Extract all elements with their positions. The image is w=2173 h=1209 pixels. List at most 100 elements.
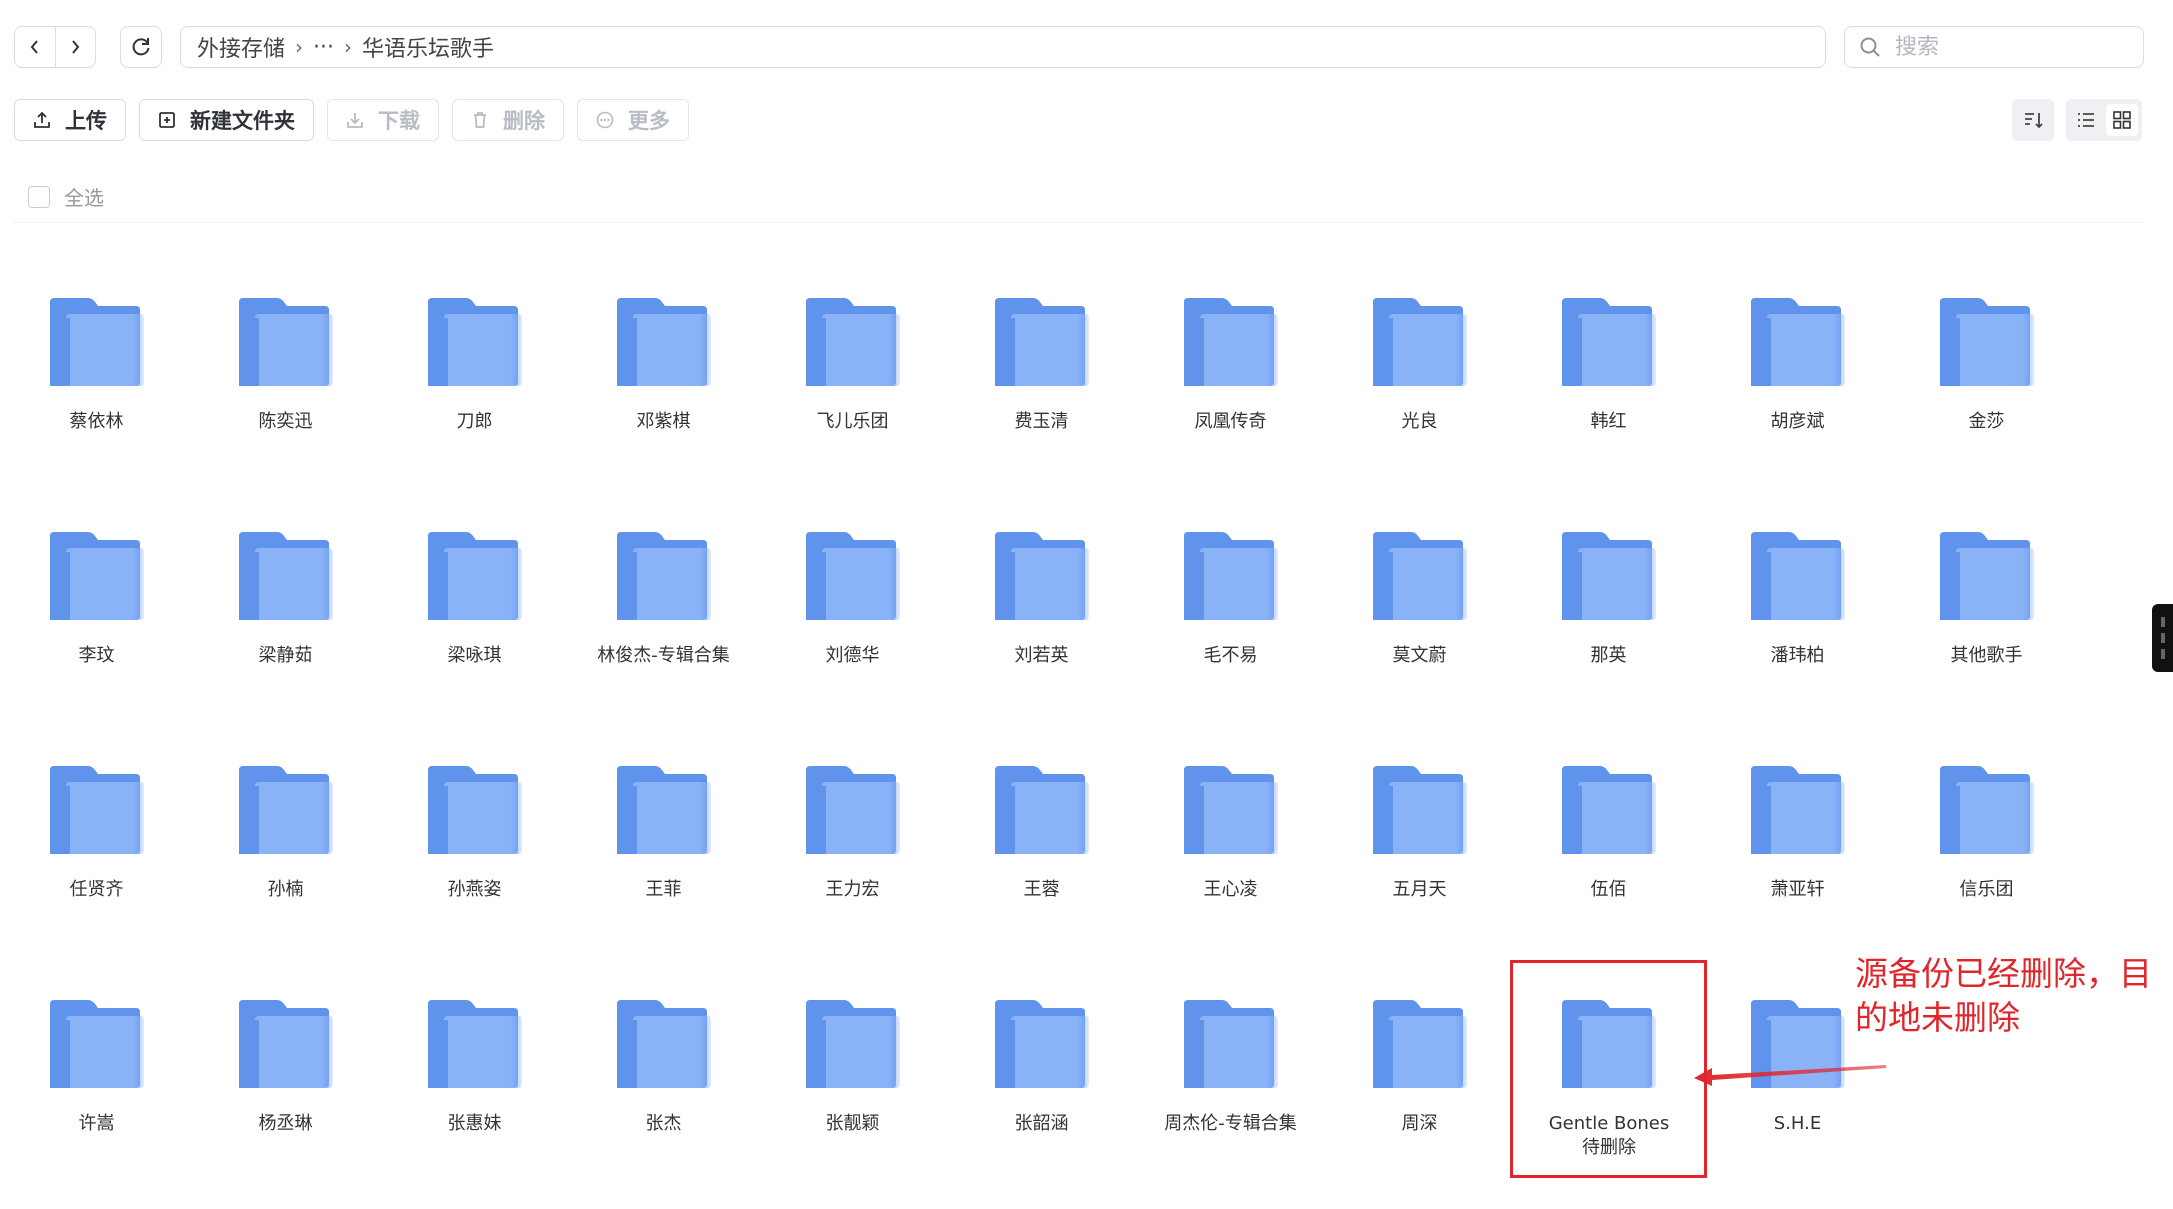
folder-icon	[50, 532, 144, 620]
folder-name: 周深	[1401, 1113, 1438, 1134]
folder-icon	[428, 532, 522, 620]
sort-button[interactable]	[2012, 99, 2054, 141]
folder-icon	[617, 766, 711, 854]
folder-name: 周杰伦-专辑合集	[1164, 1113, 1297, 1134]
folder-icon	[617, 532, 711, 620]
chevron-left-icon	[30, 40, 38, 54]
upload-button[interactable]: 上传	[14, 99, 126, 141]
back-button[interactable]	[15, 27, 55, 67]
folder-icon	[1751, 298, 1845, 386]
breadcrumb-root[interactable]: 外接存储	[197, 31, 285, 63]
folder-name: 张韶涵	[1014, 1113, 1069, 1134]
folder-icon	[1373, 766, 1467, 854]
folder-icon	[428, 1000, 522, 1088]
grid-view-icon	[2113, 111, 2131, 129]
upload-icon	[34, 111, 50, 128]
breadcrumb-separator: ›	[295, 35, 304, 59]
folder-name: 其他歌手	[1950, 645, 2023, 666]
folder-name: 李玟	[78, 645, 115, 666]
divider	[14, 222, 2144, 223]
folder-name: 那英	[1590, 645, 1627, 666]
folder-icon	[1562, 298, 1656, 386]
download-button[interactable]: 下载	[327, 99, 439, 141]
folder-icon	[1751, 766, 1845, 854]
folder-name: 飞儿乐团	[816, 411, 889, 432]
folder-name: 伍佰	[1590, 879, 1627, 900]
folder-icon	[1184, 298, 1278, 386]
folder-name: 光良	[1401, 411, 1438, 432]
folder-name: 张惠妹	[447, 1113, 502, 1134]
folder-name: 刀郎	[456, 411, 493, 432]
chevron-right-icon	[72, 40, 80, 54]
download-label: 下载	[378, 109, 420, 133]
scrollbar-thumb[interactable]	[2152, 604, 2173, 672]
folder-name: 费玉清	[1014, 411, 1069, 432]
folder-icon	[806, 1000, 900, 1088]
folder-name: 韩红	[1590, 411, 1627, 432]
folder-name: 胡彦斌	[1770, 411, 1825, 432]
folder-icon	[995, 532, 1089, 620]
folder-name: 邓紫棋	[636, 411, 691, 432]
upload-label: 上传	[65, 109, 107, 133]
delete-button[interactable]: 删除	[452, 99, 564, 141]
folder-icon	[995, 1000, 1089, 1088]
folder-name: 刘若英	[1014, 645, 1069, 666]
new-folder-icon	[159, 112, 175, 128]
folder-icon	[50, 1000, 144, 1088]
folder-name: 任贤齐	[69, 879, 124, 900]
list-view-button[interactable]	[2070, 104, 2102, 136]
folder-name: 张杰	[645, 1113, 682, 1134]
folder-name: 许嵩	[78, 1113, 115, 1134]
folder-name: 陈奕迅	[258, 411, 313, 432]
select-all-checkbox[interactable]	[28, 185, 50, 208]
folder-name: 梁咏琪	[447, 645, 502, 666]
folder-icon	[1940, 532, 2034, 620]
list-view-icon	[2078, 113, 2094, 127]
folder-name: 梁静茹	[258, 645, 313, 666]
folder-name: 杨丞琳	[258, 1113, 313, 1134]
folder-icon	[617, 1000, 711, 1088]
search-box[interactable]	[1844, 26, 2144, 68]
folder-icon	[50, 298, 144, 386]
select-all[interactable]: 全选	[28, 182, 104, 211]
search-input[interactable]	[1893, 33, 2117, 61]
new-folder-button[interactable]: 新建文件夹	[139, 99, 314, 141]
forward-button[interactable]	[54, 27, 96, 67]
folder-name: 金莎	[1968, 411, 2005, 432]
folder-icon	[1373, 532, 1467, 620]
new-folder-label: 新建文件夹	[190, 109, 295, 133]
folder-icon	[617, 298, 711, 386]
more-button[interactable]: 更多	[577, 99, 689, 141]
breadcrumb-separator: ›	[344, 35, 352, 59]
folder-name: 凤凰传奇	[1194, 411, 1267, 432]
view-mode-toggle	[2066, 99, 2142, 141]
folder-icon	[995, 766, 1089, 854]
folder-name: 毛不易	[1203, 645, 1258, 666]
folder-name: 五月天	[1392, 879, 1447, 900]
folder-name: S.H.E	[1773, 1113, 1822, 1134]
download-icon	[347, 113, 363, 128]
annotation-arrow	[1694, 1065, 1886, 1086]
folder-name: 萧亚轩	[1770, 879, 1825, 900]
refresh-button[interactable]	[120, 26, 162, 68]
folder-icon	[239, 766, 333, 854]
folder-name: 刘德华	[825, 645, 880, 666]
folder-icon	[1562, 766, 1656, 854]
folder-icon	[1940, 298, 2034, 386]
more-label: 更多	[628, 109, 670, 133]
folder-icon	[50, 766, 144, 854]
folder-icon	[1562, 532, 1656, 620]
folder-grid: 蔡依林 陈奕迅 刀郎 邓紫棋 飞儿乐团 费玉清 凤凰传奇 光良 韩红 胡彦斌 金莎 李玟 梁静茹 梁咏琪 林…	[0, 0, 2173, 1209]
folder-icon	[1184, 1000, 1278, 1088]
breadcrumb-ellipsis[interactable]: ···	[313, 35, 334, 60]
folder-icon	[1184, 532, 1278, 620]
more-icon	[596, 111, 614, 129]
annotation-text: 源备份已经删除，目的地未删除	[1855, 954, 2152, 1037]
folder-name: 蔡依林	[69, 411, 124, 432]
delete-label: 删除	[503, 109, 545, 133]
grid-view-button[interactable]	[2106, 104, 2138, 136]
folder-name: 莫文蔚	[1392, 645, 1447, 666]
sort-icon	[2025, 113, 2043, 129]
folder-icon	[1184, 766, 1278, 854]
breadcrumb[interactable]: 外接存储 › ··· › 华语乐坛歌手	[180, 26, 1826, 68]
